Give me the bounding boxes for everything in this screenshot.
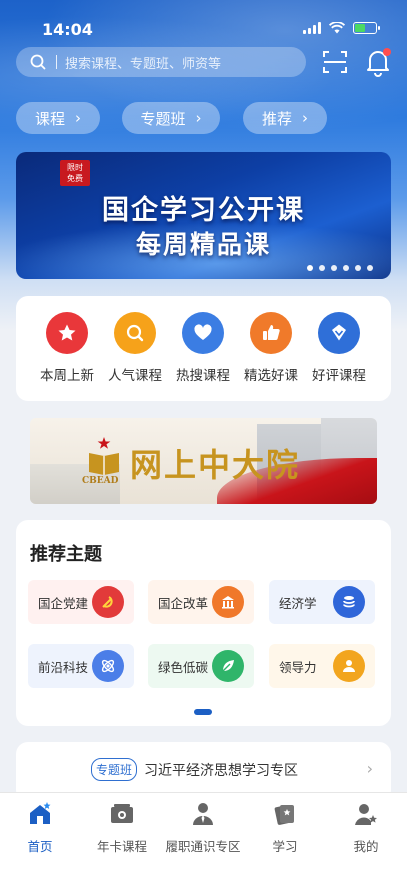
quick-link-label: 好评课程 [312, 368, 366, 384]
section-heading: 推荐主题 [30, 544, 102, 565]
tab-duty-zone[interactable]: 履职通识专区 [163, 801, 243, 855]
quick-link-hot-search[interactable]: 热搜课程 [168, 312, 238, 384]
user-tie-icon [193, 803, 213, 825]
search-separator [56, 55, 57, 69]
quick-links-card: 本周上新 人气课程 热搜课程 精选好课 好评课程 [16, 296, 391, 401]
bottom-tab-bar: 首页 年卡课程 履职通识专区 学习 我的 [0, 792, 407, 883]
diamond-icon [318, 312, 360, 354]
tab-study[interactable]: 学习 [245, 801, 325, 855]
promo-banner[interactable]: 限时 免费 国企学习公开课 每周精品课 [16, 152, 391, 279]
tab-home[interactable]: 首页 [0, 801, 80, 855]
quick-link-label: 人气课程 [108, 368, 162, 384]
chevron-right-icon: › [195, 109, 202, 127]
thumbs-up-icon [250, 312, 292, 354]
chevron-right-icon: › [302, 109, 308, 127]
chevron-right-icon: › [366, 759, 373, 778]
promo-title: 网上中大院 [130, 446, 301, 484]
quick-link-new-this-week[interactable]: 本周上新 [32, 312, 102, 384]
category-label: 推荐 [261, 109, 292, 128]
carousel-dot[interactable] [355, 265, 361, 271]
status-icons [303, 22, 380, 34]
carousel-dots[interactable] [307, 265, 373, 271]
category-special-class[interactable]: 专题班 › [122, 102, 220, 134]
leaf-icon [212, 650, 244, 682]
search-icon [30, 54, 46, 70]
search-icon [114, 312, 156, 354]
banner-subtitle: 每周精品课 [135, 230, 271, 259]
home-icon [30, 802, 51, 824]
building-icon [212, 586, 244, 618]
carousel-dot[interactable] [343, 265, 349, 271]
special-topic-title: 习近平经济思想学习专区 [144, 763, 298, 779]
chevron-right-icon: › [75, 109, 81, 127]
atom-icon [92, 650, 124, 682]
signal-icon [303, 22, 321, 34]
topic-green-low-carbon[interactable]: 绿色低碳 [148, 644, 254, 688]
tab-mine[interactable]: 我的 [326, 801, 406, 855]
recommended-topics-card: 推荐主题 国企党建 国企改革 经济学 前沿科技 绿色低碳 领导力 [16, 520, 391, 726]
cbead-promo-banner[interactable]: CBEAD 网上中大院 [30, 418, 377, 504]
category-course[interactable]: 课程 › [16, 102, 100, 134]
star-icon [46, 312, 88, 354]
books-icon [274, 805, 294, 825]
topic-label: 国企党建 [38, 595, 89, 611]
status-time: 14:04 [42, 20, 93, 39]
quick-link-popular[interactable]: 人气课程 [100, 312, 170, 384]
tab-label: 履职通识专区 [165, 839, 241, 854]
topic-label: 领导力 [279, 659, 317, 675]
topic-label: 国企改革 [158, 595, 209, 611]
card-icon [111, 804, 133, 823]
tab-label: 年卡课程 [96, 839, 147, 854]
carousel-dot[interactable] [319, 265, 325, 271]
status-bar: 14:04 [0, 0, 407, 44]
party-emblem-icon [92, 586, 124, 618]
carousel-dot[interactable] [367, 265, 373, 271]
heart-icon [182, 312, 224, 354]
person-icon [333, 650, 365, 682]
quick-link-label: 热搜课程 [176, 368, 230, 384]
carousel-dot[interactable] [307, 265, 313, 271]
bell-icon[interactable] [364, 47, 392, 77]
topic-leadership[interactable]: 领导力 [269, 644, 375, 688]
limited-free-tag: 限时 免费 [60, 160, 90, 186]
profile-icon [355, 804, 377, 825]
topic-label: 绿色低碳 [158, 659, 209, 675]
topic-party-building[interactable]: 国企党建 [28, 580, 134, 624]
battery-icon [353, 22, 380, 34]
quick-link-label: 精选好课 [244, 368, 298, 384]
topic-economics[interactable]: 经济学 [269, 580, 375, 624]
quick-link-selected[interactable]: 精选好课 [236, 312, 306, 384]
banner-title: 国企学习公开课 [102, 195, 305, 226]
topics-pager-indicator[interactable] [194, 709, 212, 715]
quick-link-top-rated[interactable]: 好评课程 [304, 312, 374, 384]
tab-label: 我的 [353, 839, 379, 854]
tab-label: 首页 [27, 839, 53, 854]
wifi-icon [329, 22, 345, 34]
carousel-dot[interactable] [331, 265, 337, 271]
topic-label: 经济学 [279, 595, 317, 611]
topic-frontier-tech[interactable]: 前沿科技 [28, 644, 134, 688]
quick-link-label: 本周上新 [40, 368, 94, 384]
topic-label: 前沿科技 [38, 659, 89, 675]
search-placeholder: 搜索课程、专题班、师资等 [65, 56, 222, 72]
category-recommend[interactable]: 推荐 › [243, 102, 327, 134]
cbead-logo: CBEAD [82, 436, 122, 486]
tab-label: 学习 [272, 839, 298, 854]
coins-icon [333, 586, 365, 618]
category-label: 专题班 [140, 109, 186, 128]
special-class-badge: 专题班 [91, 758, 138, 781]
search-input[interactable]: 搜索课程、专题班、师资等 [16, 47, 306, 77]
topic-soe-reform[interactable]: 国企改革 [148, 580, 254, 624]
tab-annual-card[interactable]: 年卡课程 [82, 801, 162, 855]
scan-icon[interactable] [322, 49, 348, 75]
category-label: 课程 [34, 109, 65, 128]
